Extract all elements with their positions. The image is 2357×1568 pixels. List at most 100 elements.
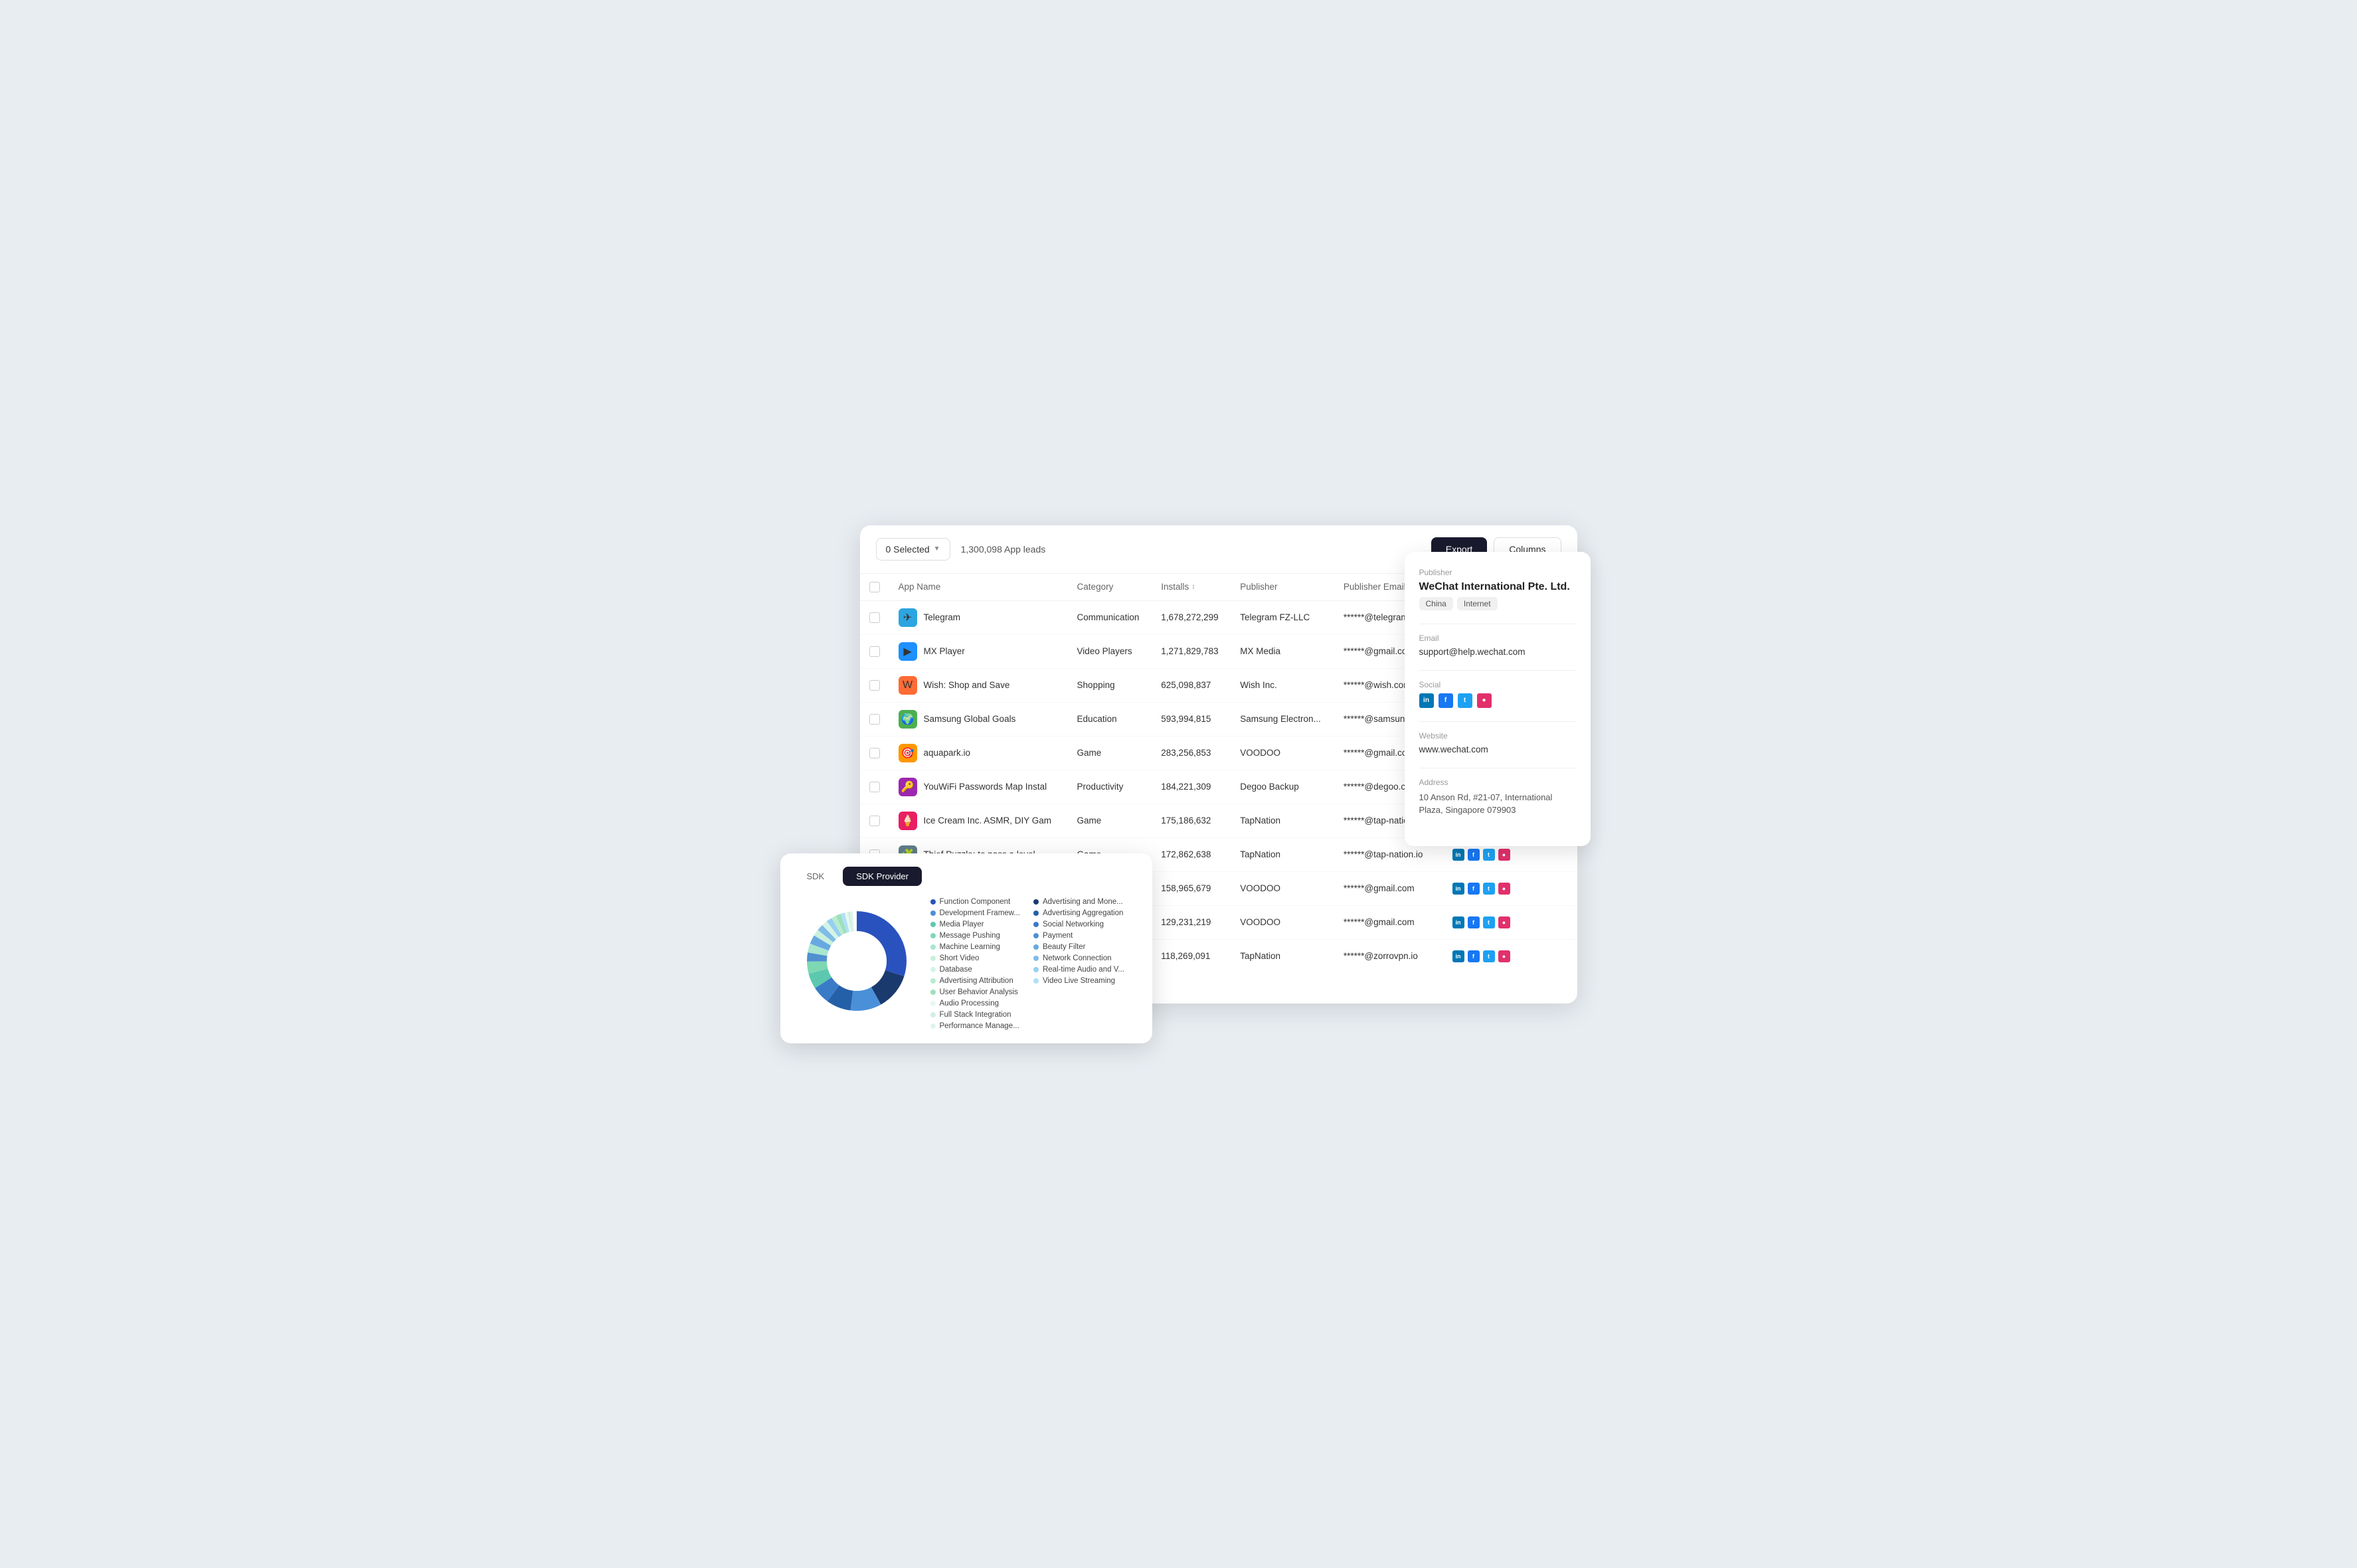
col-installs[interactable]: Installs ↕ [1152,574,1231,601]
dot-message-pushing [930,933,936,938]
label-advertising-money: Advertising and Mone... [1043,898,1123,906]
instagram-icon[interactable]: ● [1498,950,1510,962]
row-checkbox[interactable] [860,770,889,804]
dot-short-video [930,956,936,961]
row-publisher: TapNation [1231,939,1334,966]
sdk-tab-provider[interactable]: SDK Provider [843,867,922,886]
label-beauty-filter: Beauty Filter [1043,943,1086,951]
legend-function-component: Function Component [930,898,1020,906]
app-icon: ▶ [899,642,917,661]
selected-count: 0 Selected [886,544,930,555]
dot-advertising-aggregation [1033,911,1039,916]
app-name-text: Telegram [924,612,961,622]
row-social: in f t ● [1443,905,1529,939]
selected-dropdown[interactable]: 0 Selected ▼ [876,538,950,561]
col-app-name: App Name [889,574,1068,601]
linkedin-icon[interactable]: in [1452,883,1464,895]
linkedin-icon[interactable]: in [1452,950,1464,962]
legend-container: Function Component Development Framew...… [930,898,1139,1030]
twitter-icon[interactable]: t [1483,883,1495,895]
row-app-name: 🌍 Samsung Global Goals [889,702,1068,736]
row-checkbox[interactable] [860,702,889,736]
dot-machine-learning [930,944,936,950]
app-name-text: YouWiFi Passwords Map Instal [924,782,1047,792]
tag-internet: Internet [1457,597,1498,610]
email-value: support@help.wechat.com [1419,647,1576,657]
app-icon: 🌍 [899,710,917,729]
row-social: in f t ● [1443,939,1529,966]
legend-user-behavior: User Behavior Analysis [930,988,1020,996]
instagram-icon[interactable]: ● [1498,849,1510,861]
legend-database: Database [930,966,1020,974]
linkedin-icon[interactable]: in [1452,849,1464,861]
legend-beauty-filter: Beauty Filter [1033,943,1124,951]
sdk-content: Function Component Development Framew...… [794,898,1139,1030]
legend-left: Function Component Development Framew...… [930,898,1020,1030]
row-checkbox[interactable] [860,634,889,668]
dot-video-live [1033,978,1039,984]
legend-short-video: Short Video [930,954,1020,962]
tag-china: China [1419,597,1453,610]
dot-advertising-money [1033,899,1039,905]
facebook-icon[interactable]: f [1468,950,1480,962]
twitter-icon[interactable]: t [1483,950,1495,962]
row-category: Game [1068,736,1152,770]
row-publisher: Degoo Backup [1231,770,1334,804]
legend-advertising-aggregation: Advertising Aggregation [1033,909,1124,917]
row-installs: 1,678,272,299 [1152,600,1231,634]
legend-media-player: Media Player [930,920,1020,928]
row-publisher: VOODOO [1231,905,1334,939]
label-video-live: Video Live Streaming [1043,977,1115,985]
address-label: Address [1419,778,1576,787]
row-email: ******@gmail.com [1334,871,1443,905]
donut-chart [794,898,920,1024]
sdk-tab-sdk[interactable]: SDK [794,867,838,886]
sdk-tabs: SDK SDK Provider [794,867,1139,886]
publisher-section: Publisher WeChat International Pte. Ltd.… [1419,568,1576,610]
col-publisher: Publisher [1231,574,1334,601]
twitter-icon[interactable]: t [1483,916,1495,928]
legend-network-connection: Network Connection [1033,954,1124,962]
dot-performance [930,1023,936,1029]
dot-beauty-filter [1033,944,1039,950]
facebook-icon[interactable]: f [1439,693,1453,708]
select-all-header[interactable] [860,574,889,601]
legend-advertising-money: Advertising and Mone... [1033,898,1124,906]
row-category: Video Players [1068,634,1152,668]
app-icon: W [899,676,917,695]
row-category: Education [1068,702,1152,736]
row-installs: 184,221,309 [1152,770,1231,804]
address-section: Address 10 Anson Rd, #21-07, Internation… [1419,778,1576,817]
twitter-icon[interactable]: t [1483,849,1495,861]
scene: 0 Selected ▼ 1,300,098 App leads Export … [780,525,1577,1043]
app-name-text: MX Player [924,646,965,656]
instagram-icon[interactable]: ● [1498,916,1510,928]
label-dev-framework: Development Framew... [940,909,1020,917]
label-payment: Payment [1043,932,1073,940]
row-category: Game [1068,804,1152,837]
twitter-icon[interactable]: t [1458,693,1472,708]
app-name-text: aquapark.io [924,748,971,758]
leads-count: 1,300,098 App leads [961,544,1046,555]
address-value: 10 Anson Rd, #21-07, International Plaza… [1419,791,1576,817]
social-icons: in f t ● [1419,693,1576,708]
legend-right: Advertising and Mone... Advertising Aggr… [1033,898,1124,1030]
app-icon: 🎯 [899,744,917,762]
row-checkbox[interactable] [860,736,889,770]
row-checkbox[interactable] [860,804,889,837]
website-value[interactable]: www.wechat.com [1419,744,1576,754]
facebook-icon[interactable]: f [1468,916,1480,928]
facebook-icon[interactable]: f [1468,849,1480,861]
label-function-component: Function Component [940,898,1011,906]
row-checkbox[interactable] [860,600,889,634]
legend-dev-framework: Development Framew... [930,909,1020,917]
linkedin-icon[interactable]: in [1452,916,1464,928]
legend-payment: Payment [1033,932,1124,940]
facebook-icon[interactable]: f [1468,883,1480,895]
instagram-icon[interactable]: ● [1477,693,1492,708]
email-section: Email support@help.wechat.com [1419,634,1576,657]
row-installs: 118,269,091 [1152,939,1231,966]
linkedin-icon[interactable]: in [1419,693,1434,708]
row-checkbox[interactable] [860,668,889,702]
instagram-icon[interactable]: ● [1498,883,1510,895]
